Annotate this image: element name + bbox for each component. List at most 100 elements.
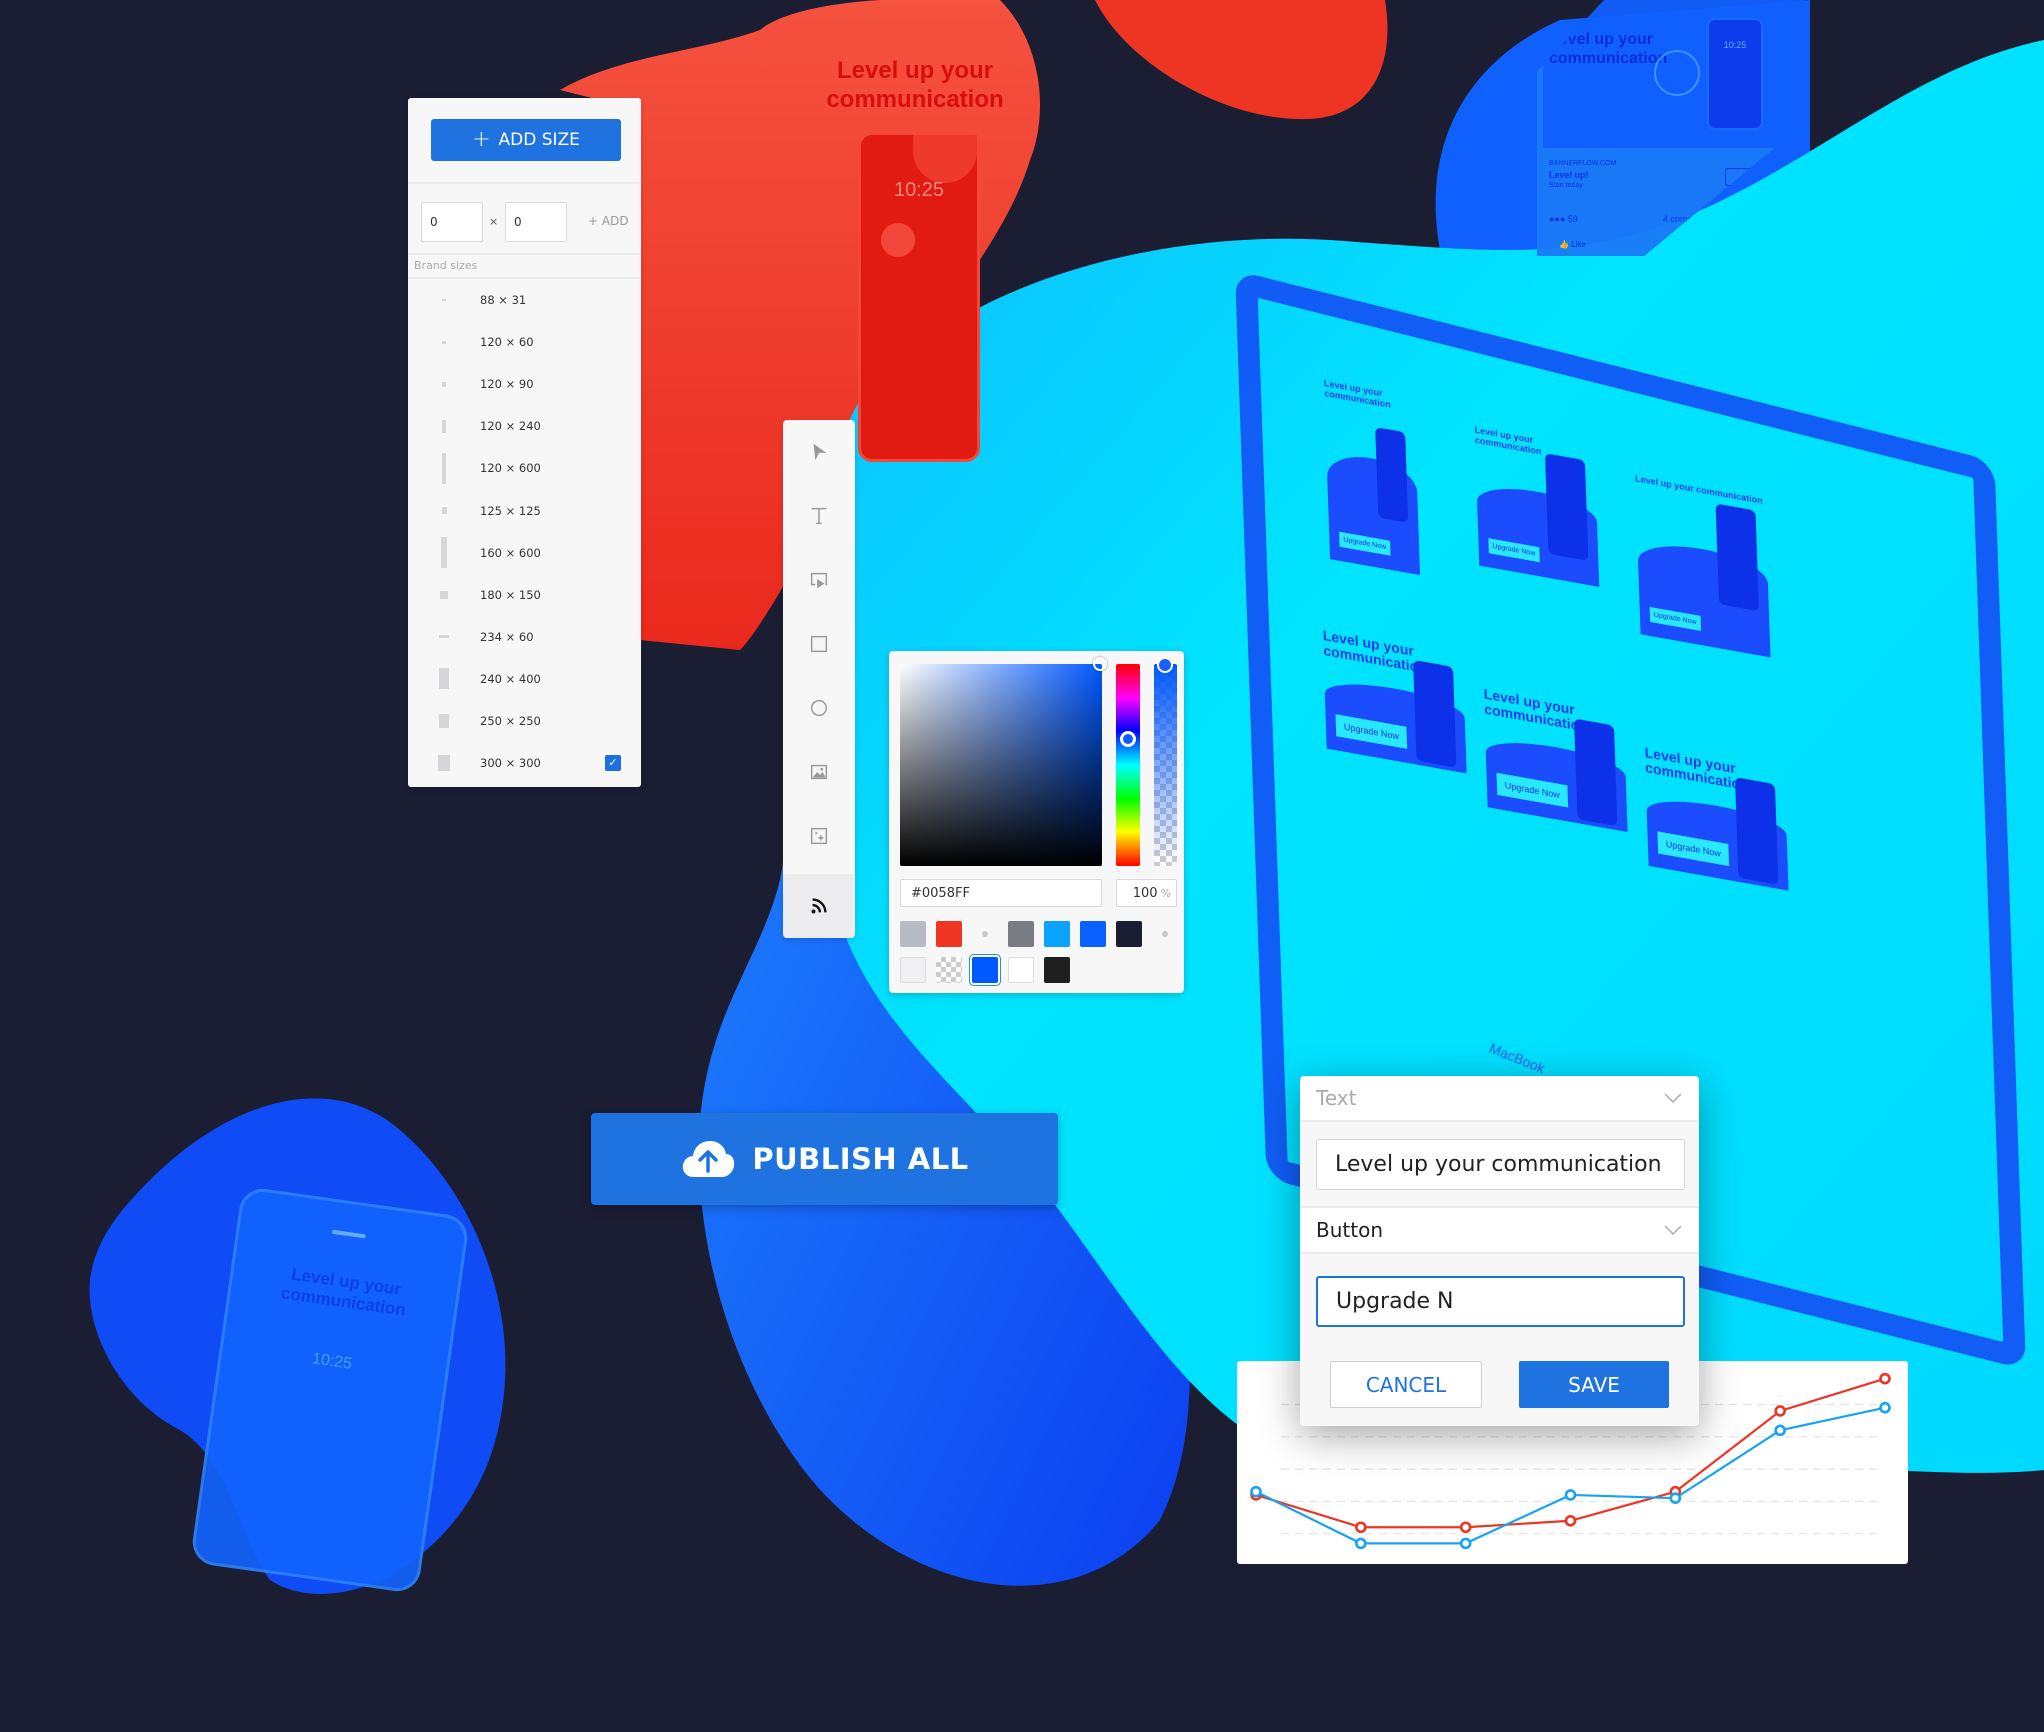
size-option[interactable]: 120 × 90 — [408, 363, 641, 405]
text-icon — [811, 507, 827, 525]
size-option[interactable]: 250 × 250 — [408, 700, 641, 742]
size-label: 120 × 600 — [480, 461, 541, 476]
size-thumbnail-wrap — [408, 658, 480, 700]
color-swatch[interactable] — [936, 957, 962, 983]
size-option[interactable]: 125 × 125 — [408, 490, 641, 532]
select-tool[interactable] — [783, 420, 855, 484]
height-input[interactable] — [505, 202, 567, 242]
widget-tool[interactable] — [783, 548, 855, 612]
color-swatch[interactable] — [900, 957, 926, 983]
text-tool[interactable] — [783, 484, 855, 548]
size-option[interactable]: 234 × 60 — [408, 616, 641, 658]
button-text-input[interactable] — [1316, 1276, 1685, 1327]
size-label: 160 × 600 — [480, 545, 541, 560]
hex-color-input[interactable] — [900, 879, 1102, 907]
reactions-count: 59 — [1567, 214, 1578, 224]
chart-point-blue[interactable] — [1669, 1492, 1682, 1504]
chart-point-red[interactable] — [1774, 1405, 1786, 1417]
chart-point-blue[interactable] — [1459, 1537, 1472, 1550]
social-ad-actions: 👍 Like — [1559, 240, 1586, 249]
size-option[interactable]: 120 × 60 — [408, 321, 641, 363]
like-icon[interactable]: 👍 — [1559, 240, 1569, 249]
chart-point-red[interactable] — [1355, 1521, 1367, 1534]
red-blob-top — [1095, 0, 1388, 120]
effect-tool[interactable] — [783, 804, 855, 868]
color-swatch[interactable] — [1008, 957, 1034, 983]
ellipse-icon — [810, 699, 828, 717]
color-swatch[interactable] — [972, 957, 998, 983]
size-thumbnail-wrap — [408, 321, 480, 363]
save-button[interactable]: SAVE — [1519, 1361, 1669, 1408]
color-swatch[interactable] — [1080, 921, 1106, 947]
divider — [1300, 1120, 1699, 1122]
ellipse-tool[interactable] — [783, 676, 855, 740]
size-thumbnail — [441, 340, 447, 344]
size-thumbnail — [440, 590, 448, 599]
laptop-banner: Level up your communication Upgrade Now — [1323, 377, 1421, 576]
add-size-button[interactable]: + ADD SIZE — [431, 119, 621, 161]
play-icon[interactable] — [1654, 50, 1700, 96]
banner-phone — [1715, 503, 1759, 612]
chart-point-blue[interactable] — [1355, 1537, 1367, 1550]
size-thumbnail-wrap — [408, 447, 480, 489]
like-label[interactable]: Like — [1571, 240, 1586, 249]
red-ad-headline: Level up your communication — [826, 57, 1004, 113]
color-swatch[interactable] — [1044, 921, 1070, 947]
size-option[interactable]: 160 × 600 — [408, 532, 641, 574]
size-option[interactable]: 88 × 31 — [408, 279, 641, 321]
chart-point-blue[interactable] — [1250, 1485, 1262, 1498]
color-swatch[interactable] — [936, 921, 962, 947]
width-input[interactable] — [421, 202, 483, 242]
size-thumbnail — [438, 755, 450, 771]
size-label: 88 × 31 — [480, 293, 527, 307]
color-swatch[interactable] — [1008, 921, 1034, 947]
alpha-handle[interactable] — [1157, 657, 1173, 673]
chart-point-blue[interactable] — [1879, 1401, 1891, 1414]
text-content-input[interactable] — [1316, 1139, 1685, 1190]
rectangle-icon — [810, 635, 828, 653]
publish-all-button[interactable]: PUBLISH ALL — [591, 1113, 1058, 1205]
size-option[interactable]: 180 × 150 — [408, 574, 641, 616]
size-option[interactable]: 300 × 300 ✓ — [408, 742, 641, 784]
image-icon — [810, 764, 828, 780]
cancel-button[interactable]: CANCEL — [1330, 1361, 1482, 1408]
banner-phone — [1375, 426, 1409, 523]
image-tool[interactable] — [783, 740, 855, 804]
chart-point-red[interactable] — [1459, 1521, 1472, 1534]
sparkle-image-icon — [810, 827, 828, 845]
hue-handle[interactable] — [1120, 731, 1136, 747]
alpha-value: 100 — [1132, 885, 1158, 901]
widget-play-icon — [810, 572, 828, 589]
banner-phone — [1734, 777, 1779, 885]
alpha-percent-input[interactable]: 100 % — [1116, 879, 1177, 907]
alpha-slider[interactable] — [1154, 664, 1177, 866]
chart-point-blue[interactable] — [1774, 1424, 1786, 1437]
text-section-header[interactable]: Text — [1300, 1076, 1699, 1120]
add-custom-size-link[interactable]: + ADD — [588, 214, 629, 228]
social-ad-site: BANNERFLOW.COM — [1549, 160, 1617, 167]
rectangle-tool[interactable] — [783, 612, 855, 676]
chart-point-red[interactable] — [1879, 1372, 1891, 1385]
hue-slider[interactable] — [1116, 664, 1140, 866]
size-thumbnail-wrap — [408, 742, 480, 784]
chart-point-red[interactable] — [1564, 1514, 1577, 1527]
size-option[interactable]: 120 × 240 — [408, 405, 641, 447]
size-option[interactable]: 240 × 400 — [408, 658, 641, 700]
phone-ad-time: 10:25 — [310, 1350, 353, 1373]
size-checkbox-checked[interactable]: ✓ — [605, 755, 621, 772]
publish-all-label: PUBLISH ALL — [752, 1142, 969, 1176]
red-ad-phone: 10:25 — [858, 132, 980, 462]
color-swatch[interactable] — [1044, 957, 1070, 983]
feed-tool[interactable] — [783, 874, 855, 938]
laptop-banner-headline: Level up your communication — [1323, 377, 1391, 410]
chevron-down-icon — [1664, 1225, 1682, 1236]
button-section-header[interactable]: Button — [1300, 1208, 1699, 1252]
color-swatch[interactable] — [1116, 921, 1142, 947]
color-swatch[interactable] — [900, 921, 926, 947]
size-option[interactable]: 120 × 600 — [408, 447, 641, 489]
saturation-handle[interactable] — [1093, 657, 1107, 671]
laptop-banner: Level up your communication Upgrade Now — [1635, 473, 1771, 658]
chart-point-blue[interactable] — [1564, 1489, 1577, 1501]
size-label: 120 × 60 — [480, 335, 534, 350]
saturation-value-area[interactable] — [900, 664, 1102, 866]
